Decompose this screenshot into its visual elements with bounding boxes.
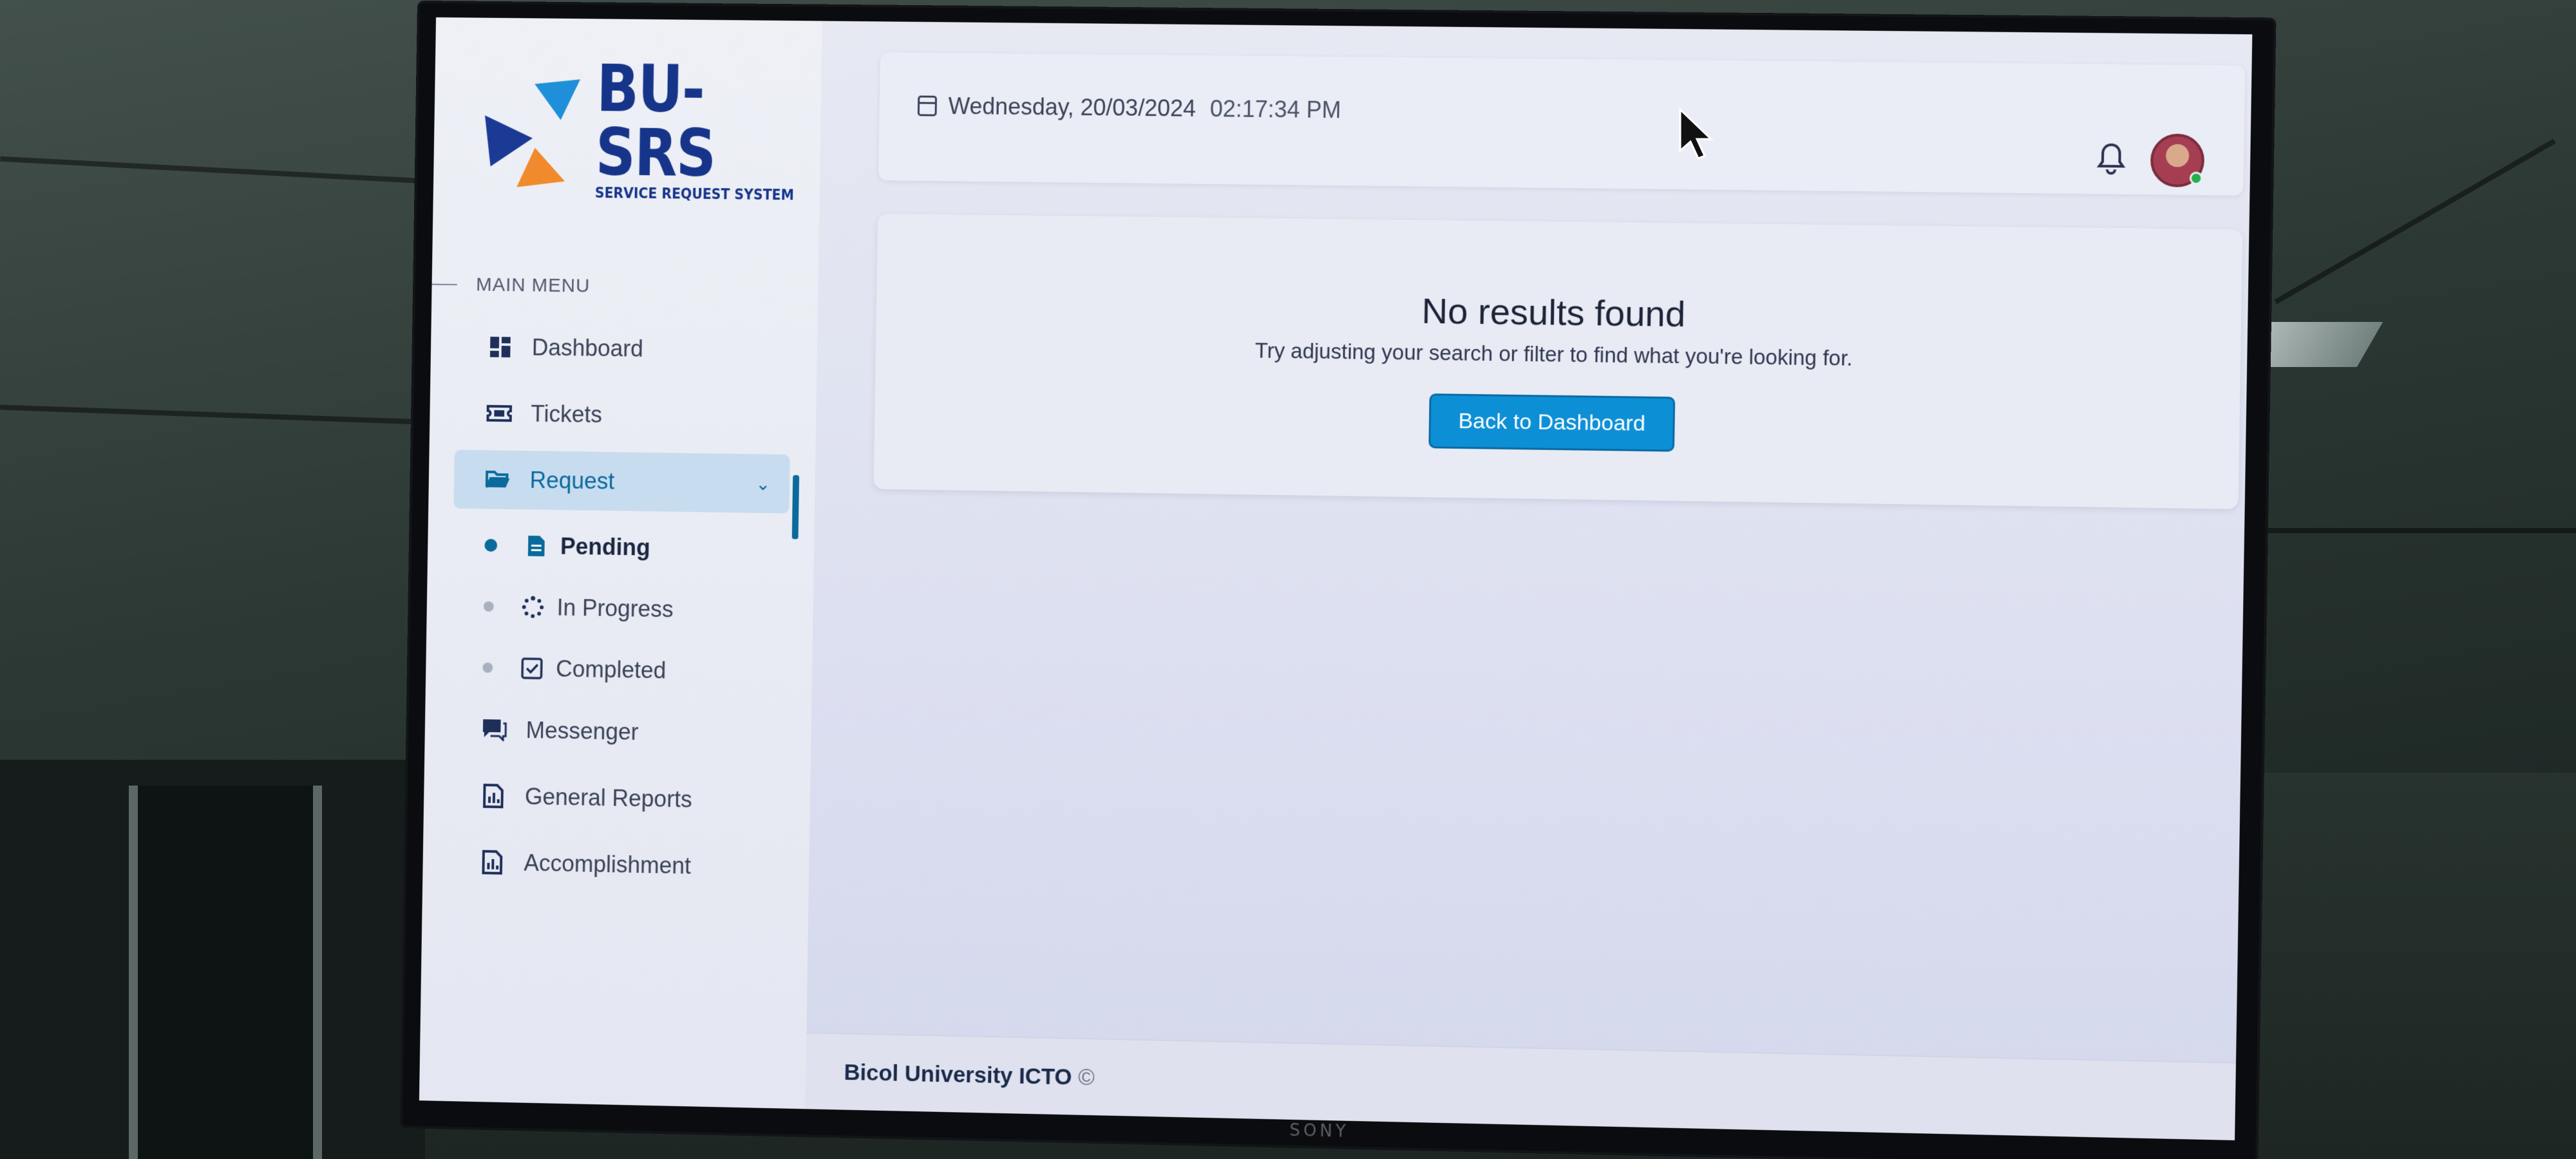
sidebar-item-dashboard[interactable]: Dashboard xyxy=(456,317,792,381)
chat-icon xyxy=(482,717,507,742)
footer-text: Bicol University ICTO xyxy=(844,1060,1072,1090)
document-icon xyxy=(525,534,548,558)
current-time: 02:17:34 PM xyxy=(1209,95,1341,124)
main-menu-label: MAIN MENU xyxy=(475,274,591,297)
sub-item-label: Completed xyxy=(555,655,667,684)
calendar-icon xyxy=(917,95,937,117)
logo-subtitle: SERVICE REQUEST SYSTEM xyxy=(594,185,795,204)
app-logo[interactable]: BU-SRS SERVICE REQUEST SYSTEM xyxy=(484,50,822,204)
back-to-dashboard-button[interactable]: Back to Dashboard xyxy=(1428,393,1675,452)
sidebar-item-label: Dashboard xyxy=(531,334,644,362)
sidebar-item-request[interactable]: Request ⌄ xyxy=(453,449,790,514)
chevron-down-icon[interactable]: ⌄ xyxy=(755,473,771,495)
footer: Bicol University ICTO © xyxy=(805,1032,2237,1140)
checkbox-icon xyxy=(520,657,544,680)
sub-item-in-progress[interactable]: In Progress xyxy=(451,577,788,640)
app-screen: BU-SRS SERVICE REQUEST SYSTEM MAIN MENU … xyxy=(419,17,2253,1140)
copyright-icon: © xyxy=(1077,1064,1095,1091)
active-indicator xyxy=(791,475,800,540)
monitor-brand: SONY xyxy=(1289,1120,1349,1142)
empty-state-card: No results found Try adjusting your sear… xyxy=(873,213,2243,509)
accomplishment-file-icon xyxy=(479,849,505,875)
sub-item-pending[interactable]: Pending xyxy=(453,516,789,578)
sidebar-item-label: Accomplishment xyxy=(524,849,692,879)
sidebar-item-messenger[interactable]: Messenger xyxy=(450,699,786,764)
ceiling-beam xyxy=(2254,528,2576,533)
notification-bell-icon[interactable] xyxy=(2096,142,2126,175)
sidebar-item-accomplishment[interactable]: Accomplishment xyxy=(448,832,784,897)
monitor: BU-SRS SERVICE REQUEST SYSTEM MAIN MENU … xyxy=(402,3,2274,1159)
menu-divider xyxy=(431,283,457,286)
sidebar-item-label: Tickets xyxy=(530,400,603,428)
sidebar-item-general-reports[interactable]: General Reports xyxy=(449,766,785,831)
top-bar: Wednesday, 20/03/2024 02:17:34 PM xyxy=(878,52,2246,196)
user-avatar[interactable] xyxy=(2150,133,2205,188)
empty-state-title: No results found xyxy=(1421,290,1686,335)
sidebar-item-label: Request xyxy=(529,466,615,495)
spinner-icon xyxy=(521,596,544,619)
logo-mark-icon xyxy=(484,77,586,188)
sub-item-label: In Progress xyxy=(556,594,674,623)
footer-credit: Bicol University ICTO © xyxy=(844,1060,1095,1091)
online-status-icon xyxy=(2189,171,2203,185)
date-time-display: Wednesday, 20/03/2024 02:17:34 PM xyxy=(917,92,1341,124)
sidebar-item-label: General Reports xyxy=(524,783,692,813)
report-file-icon xyxy=(480,783,506,809)
sub-item-label: Pending xyxy=(560,532,650,561)
main-menu: Dashboard Tickets Request ⌄ Pending In P… xyxy=(448,317,792,905)
sidebar-item-tickets[interactable]: Tickets xyxy=(455,384,791,448)
inactive-dot-icon xyxy=(483,601,494,612)
sidebar: BU-SRS SERVICE REQUEST SYSTEM MAIN MENU … xyxy=(419,17,822,1109)
dashboard-grid-icon xyxy=(488,334,513,360)
folder-open-icon xyxy=(486,467,511,493)
empty-state-message: Try adjusting your search or filter to f… xyxy=(1255,338,1853,370)
sub-item-completed[interactable]: Completed xyxy=(451,638,787,701)
window-frame xyxy=(129,786,322,1159)
logo-title: BU-SRS xyxy=(594,50,716,193)
inactive-dot-icon xyxy=(482,662,493,674)
sidebar-item-label: Messenger xyxy=(526,717,639,746)
active-dot-icon xyxy=(484,538,498,552)
ticket-icon xyxy=(486,400,512,426)
current-date: Wednesday, 20/03/2024 xyxy=(948,92,1197,122)
mouse-cursor-icon xyxy=(1678,107,1714,160)
main-content: Wednesday, 20/03/2024 02:17:34 PM No res… xyxy=(805,21,2253,1140)
